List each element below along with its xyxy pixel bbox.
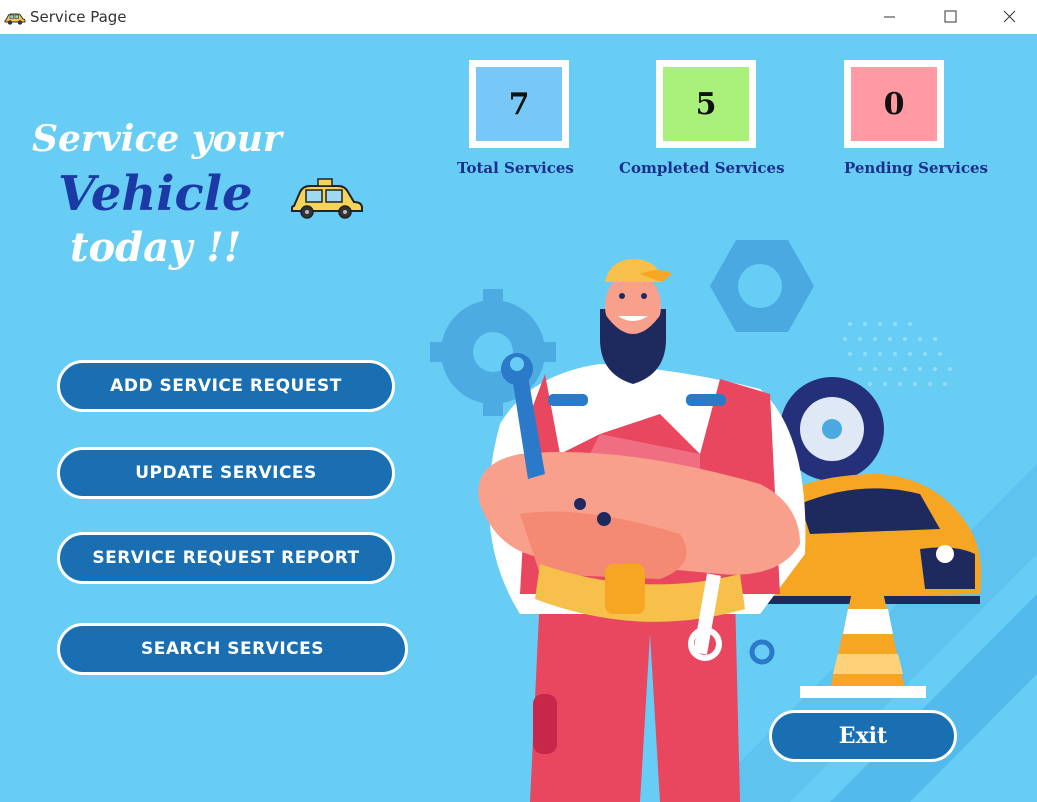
pending-services-card: 0: [844, 60, 944, 148]
window-title: Service Page: [30, 8, 127, 26]
completed-services-card: 5: [656, 60, 756, 148]
headline-line3: today !!: [70, 224, 242, 271]
search-services-button[interactable]: SEARCH SERVICES: [57, 623, 408, 675]
taxi-icon: [288, 176, 366, 224]
pending-services-value: 0: [851, 67, 937, 141]
completed-services-label: Completed Services: [619, 159, 785, 177]
total-services-card: 7: [469, 60, 569, 148]
window-titlebar: Service Page: [0, 0, 1037, 34]
total-services-value: 7: [476, 67, 562, 141]
update-services-button[interactable]: UPDATE SERVICES: [57, 447, 395, 499]
hex-nut-icon: [710, 240, 814, 332]
total-services-label: Total Services: [457, 159, 574, 177]
minimize-button[interactable]: [878, 6, 900, 28]
service-request-report-button[interactable]: SERVICE REQUEST REPORT: [57, 532, 395, 584]
pending-services-label: Pending Services: [844, 159, 988, 177]
completed-services-value: 5: [663, 67, 749, 141]
close-button[interactable]: [998, 6, 1020, 28]
maximize-button[interactable]: [939, 6, 961, 28]
car-icon: [4, 10, 26, 29]
main-panel: Service your Vehicle today !! 7 Total Se…: [0, 34, 1037, 802]
add-service-request-button[interactable]: ADD SERVICE REQUEST: [57, 360, 395, 412]
headline-line2: Vehicle: [58, 166, 253, 222]
headline-line1: Service your: [32, 118, 282, 160]
exit-button[interactable]: Exit: [769, 710, 957, 762]
